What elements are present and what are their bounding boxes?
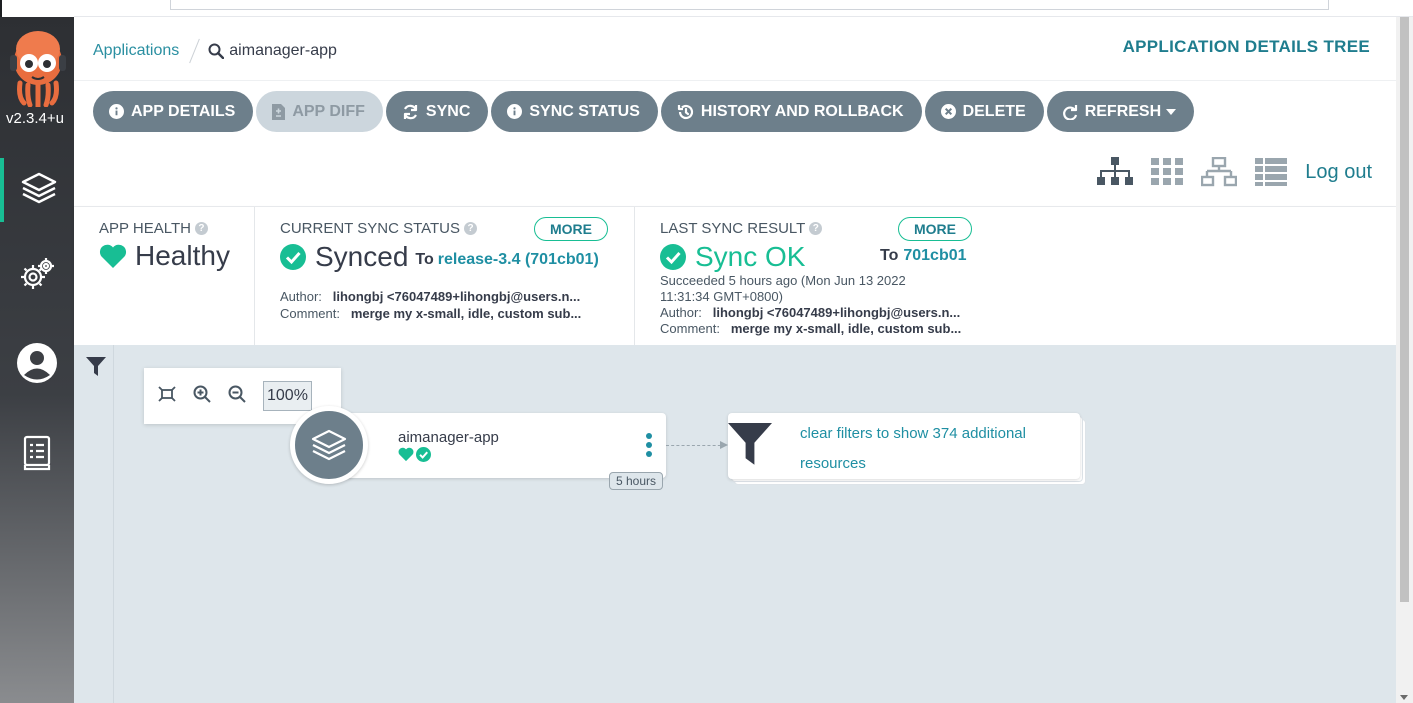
succeeded-line-2: 11:31:34 GMT+0800) [660, 289, 783, 304]
heart-icon [398, 447, 414, 462]
heart-icon [99, 244, 127, 268]
help-icon[interactable]: ? [809, 222, 823, 235]
resource-graph: 100% aimanager-app 5 hours clear filters… [74, 345, 1396, 703]
sidebar-item-settings[interactable] [0, 245, 74, 309]
age-badge: 5 hours [609, 472, 664, 490]
scrollbar-thumb[interactable] [1400, 17, 1409, 602]
comment-value: merge my x-small, idle, custom sub... [350, 306, 582, 321]
last-sync-section: LAST SYNC RESULT ? MORE Sync OK To 701cb… [635, 207, 995, 345]
app-node-status [398, 447, 431, 462]
zoom-in-icon[interactable] [193, 385, 211, 408]
zoom-out-icon[interactable] [228, 385, 246, 408]
author-value: lihongbj <76047489+lihongbj@users.n... [332, 289, 581, 304]
pods-view-icon[interactable] [1151, 158, 1184, 186]
app-node-icon [290, 406, 368, 484]
search-icon [208, 43, 225, 59]
clear-filters-link[interactable]: clear filters to show 374 additional res… [800, 419, 1070, 479]
info-icon [109, 104, 124, 119]
last-sync-more-button[interactable]: MORE [898, 217, 972, 241]
app-diff-button[interactable]: APP DIFF [256, 91, 383, 132]
current-sync-section: CURRENT SYNC STATUS ? MORE Synced To rel… [255, 207, 635, 345]
check-circle-icon [416, 447, 431, 462]
app-details-button[interactable]: APP DETAILS [93, 91, 254, 132]
sidebar-item-applications[interactable] [0, 158, 74, 222]
check-circle-icon [280, 244, 306, 270]
filter-icon[interactable] [86, 357, 106, 382]
current-sync-more-button[interactable]: MORE [534, 217, 608, 241]
logout-link[interactable]: Log out [1305, 161, 1372, 184]
app-health-label: APP HEALTH [99, 220, 191, 237]
app-node[interactable]: aimanager-app [290, 406, 666, 484]
user-circle-icon [16, 342, 58, 389]
history-and-rollback-button[interactable]: HISTORY AND ROLLBACK [660, 91, 922, 132]
sidebar: v2.3.4+u [0, 17, 74, 703]
check-circle-icon [660, 244, 686, 270]
info-icon [507, 104, 523, 119]
version-label: v2.3.4+u [6, 110, 64, 127]
sync-to-prefix: To [415, 251, 434, 268]
sidebar-item-documentation[interactable] [0, 423, 74, 487]
last-sync-value: Sync OK [695, 241, 806, 272]
sync-icon [402, 104, 419, 120]
layers-icon [19, 168, 59, 213]
comment-label: Comment: [280, 306, 340, 321]
page-scrollbar[interactable] [1396, 17, 1413, 703]
sync-button[interactable]: SYNC [385, 91, 489, 132]
last-sync-to-prefix: To [880, 247, 899, 264]
graph-edge-arrow [720, 441, 728, 449]
toolbar: APP DETAILS APP DIFF SYNC SYNC STATUS HI… [74, 81, 1396, 207]
status-panel: APP HEALTH ? Healthy CURRENT SYNC STATUS… [74, 207, 1396, 345]
filter-icon [728, 423, 772, 472]
current-sync-label: CURRENT SYNC STATUS [280, 220, 461, 237]
author-label: Author: [280, 289, 322, 304]
breadcrumb-current[interactable]: aimanager-app [208, 42, 337, 60]
top-bar: Applications aimanager-app APPLICATION D… [74, 17, 1396, 81]
filter-rail [74, 345, 114, 703]
comment-label: Comment: [660, 321, 720, 336]
sync-status-button[interactable]: SYNC STATUS [491, 91, 658, 132]
breadcrumb-separator [189, 38, 201, 64]
docs-icon [22, 435, 52, 476]
author-value: lihongbj <76047489+lihongbj@users.n... [712, 305, 961, 320]
current-sync-value: Synced [315, 241, 409, 272]
network-view-icon[interactable] [1201, 157, 1238, 187]
list-view-icon[interactable] [1255, 158, 1288, 186]
app-health-value: Healthy [135, 240, 230, 271]
argo-logo-icon[interactable] [8, 27, 68, 110]
caret-down-icon [1166, 108, 1177, 115]
view-switcher: Log out [1097, 157, 1372, 187]
refresh-button[interactable]: REFRESH [1046, 91, 1195, 132]
times-circle-icon [940, 104, 956, 119]
fit-screen-icon[interactable] [158, 385, 176, 407]
help-icon[interactable]: ? [194, 222, 208, 235]
last-sync-label: LAST SYNC RESULT [660, 220, 806, 237]
breadcrumb-applications-link[interactable]: Applications [93, 42, 179, 60]
breadcrumb-app-name: aimanager-app [229, 42, 337, 59]
breadcrumb: Applications aimanager-app [93, 38, 337, 64]
gears-icon [18, 256, 56, 299]
last-sync-revision-link[interactable]: 701cb01 [903, 247, 966, 265]
redo-icon [1062, 104, 1078, 120]
delete-button[interactable]: DELETE [924, 91, 1044, 132]
app-health-section: APP HEALTH ? Healthy [74, 207, 255, 345]
graph-edge [666, 445, 726, 446]
sidebar-item-user-info[interactable] [0, 333, 74, 397]
app-node-name: aimanager-app [398, 429, 499, 446]
help-icon[interactable]: ? [464, 222, 478, 235]
scroll-down-arrow-icon[interactable] [1400, 695, 1408, 700]
page-title: APPLICATION DETAILS TREE [1122, 37, 1370, 56]
app-node-menu-icon[interactable] [646, 433, 652, 457]
sync-revision-link[interactable]: release-3.4 (701cb01) [438, 251, 599, 269]
zoom-level: 100% [263, 381, 312, 411]
tree-view-icon[interactable] [1097, 157, 1134, 187]
comment-value: merge my x-small, idle, custom sub... [730, 321, 962, 336]
succeeded-line-1: Succeeded 5 hours ago (Mon Jun 13 2022 [660, 273, 906, 288]
author-label: Author: [660, 305, 702, 320]
top-strip [74, 0, 1413, 17]
history-icon [677, 104, 694, 120]
file-diff-icon [272, 103, 286, 120]
